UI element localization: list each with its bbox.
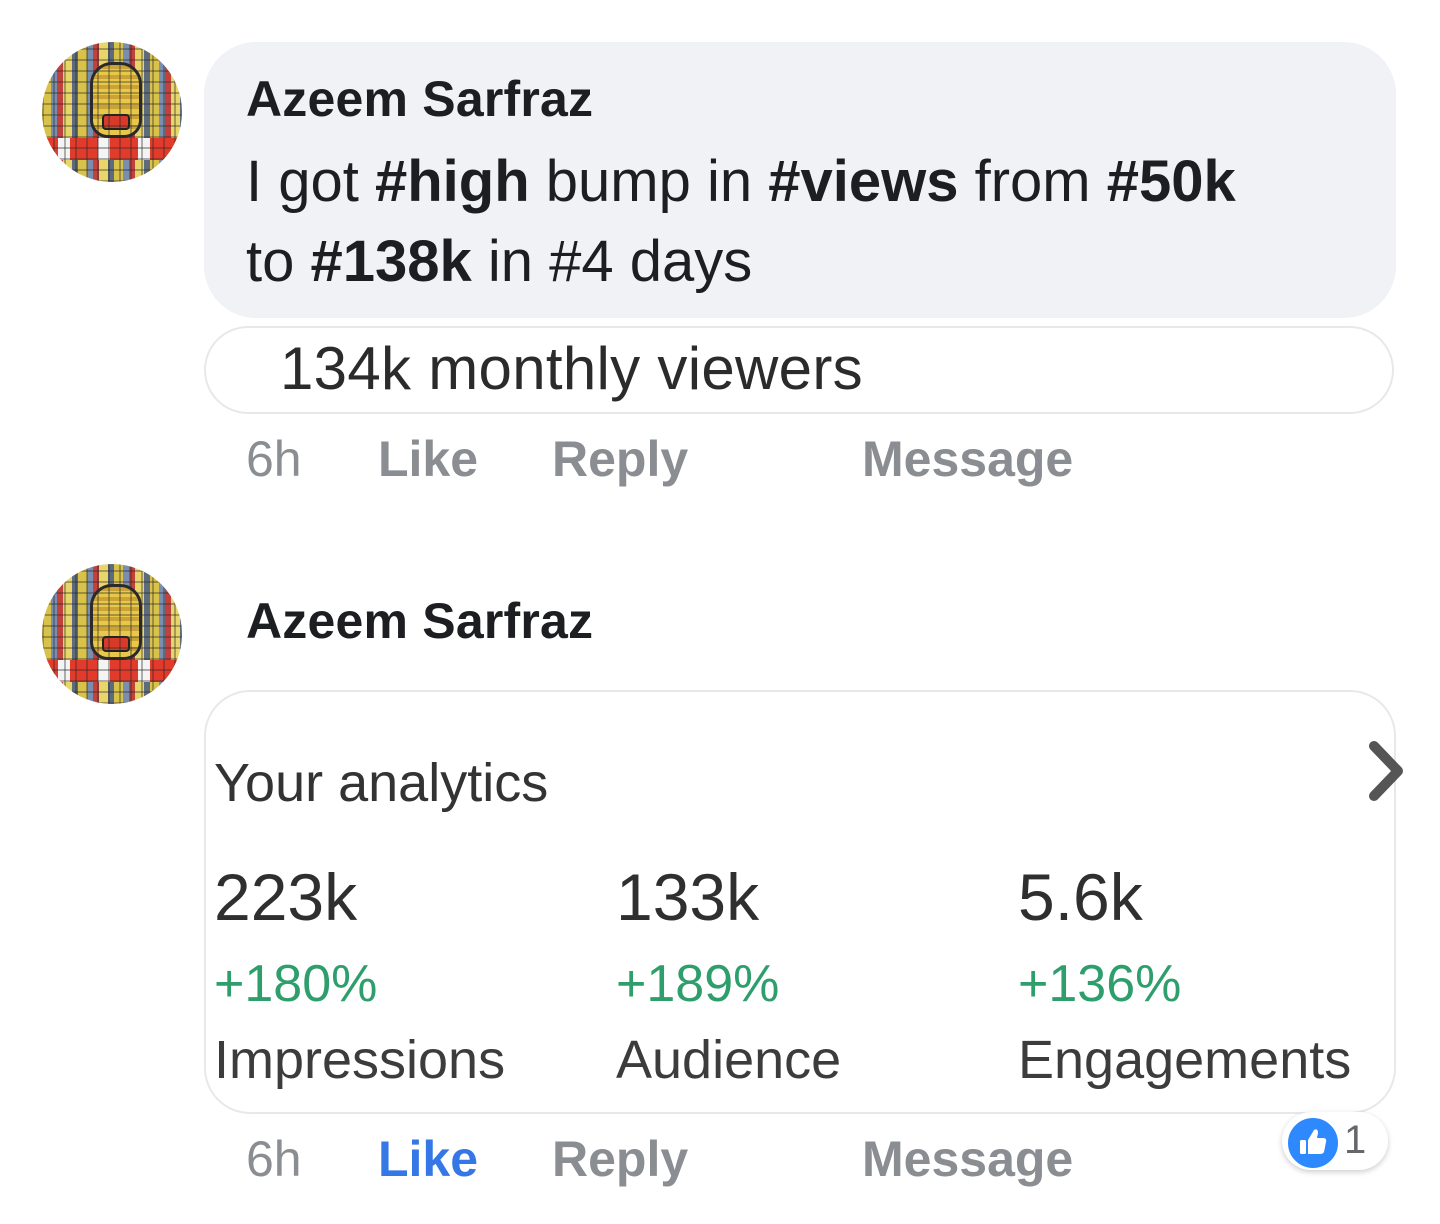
analytics-title: Your analytics <box>214 753 549 813</box>
comment-author[interactable]: Azeem Sarfraz <box>246 70 593 128</box>
metric-change: +136% <box>1018 955 1182 1013</box>
reaction-summary[interactable]: 1 <box>1282 1112 1388 1170</box>
reply-button[interactable]: Reply <box>552 430 688 488</box>
hashtag-50k[interactable]: #50k <box>1107 149 1236 214</box>
metric-value: 223k <box>214 860 358 934</box>
comment-actions: 6h Like Reply Message <box>0 1130 1440 1190</box>
text-part: I got <box>246 149 375 214</box>
metric-change: +189% <box>616 955 780 1013</box>
like-button[interactable]: Like <box>378 1130 478 1188</box>
text-part: in #4 days <box>471 229 753 294</box>
comment-actions: 6h Like Reply Message <box>0 430 1440 490</box>
avatar[interactable] <box>42 564 182 704</box>
like-button[interactable]: Like <box>378 430 478 488</box>
message-button[interactable]: Message <box>862 430 1073 488</box>
avatar[interactable] <box>42 42 182 182</box>
text-part: from <box>958 149 1107 214</box>
message-button[interactable]: Message <box>862 1130 1073 1188</box>
metric-impressions: 223k +180% Impressions <box>214 862 505 1090</box>
text-part: bump in <box>529 149 769 214</box>
comment-text: I got #high bump in #views from #50k to … <box>246 142 1356 302</box>
metric-label: Audience <box>616 1030 842 1090</box>
text-part: to <box>246 229 311 294</box>
comment-time: 6h <box>246 431 302 487</box>
avatar-mosaic <box>42 42 182 182</box>
reaction-badge <box>1286 1116 1340 1170</box>
metric-change: +180% <box>214 955 378 1013</box>
metric-label: Engagements <box>1018 1030 1352 1090</box>
reaction-count: 1 <box>1344 1118 1367 1162</box>
thumbs-up-icon <box>1300 1129 1327 1154</box>
hashtag-138k[interactable]: #138k <box>311 229 472 294</box>
comment-time: 6h <box>246 1131 302 1187</box>
metric-audience: 133k +189% Audience <box>616 862 841 1090</box>
metric-engagements: 5.6k +136% Engagements <box>1018 862 1351 1090</box>
comment-author[interactable]: Azeem Sarfraz <box>246 592 593 650</box>
metric-value: 5.6k <box>1018 860 1143 934</box>
metric-value: 133k <box>616 860 760 934</box>
reply-button[interactable]: Reply <box>552 1130 688 1188</box>
attachment-text: 134k monthly viewers <box>280 335 863 402</box>
metric-label: Impressions <box>214 1030 506 1090</box>
hashtag-views[interactable]: #views <box>768 149 958 214</box>
hashtag-high[interactable]: #high <box>375 149 530 214</box>
avatar-mosaic <box>42 564 182 704</box>
chevron-right-icon[interactable] <box>1366 738 1406 804</box>
